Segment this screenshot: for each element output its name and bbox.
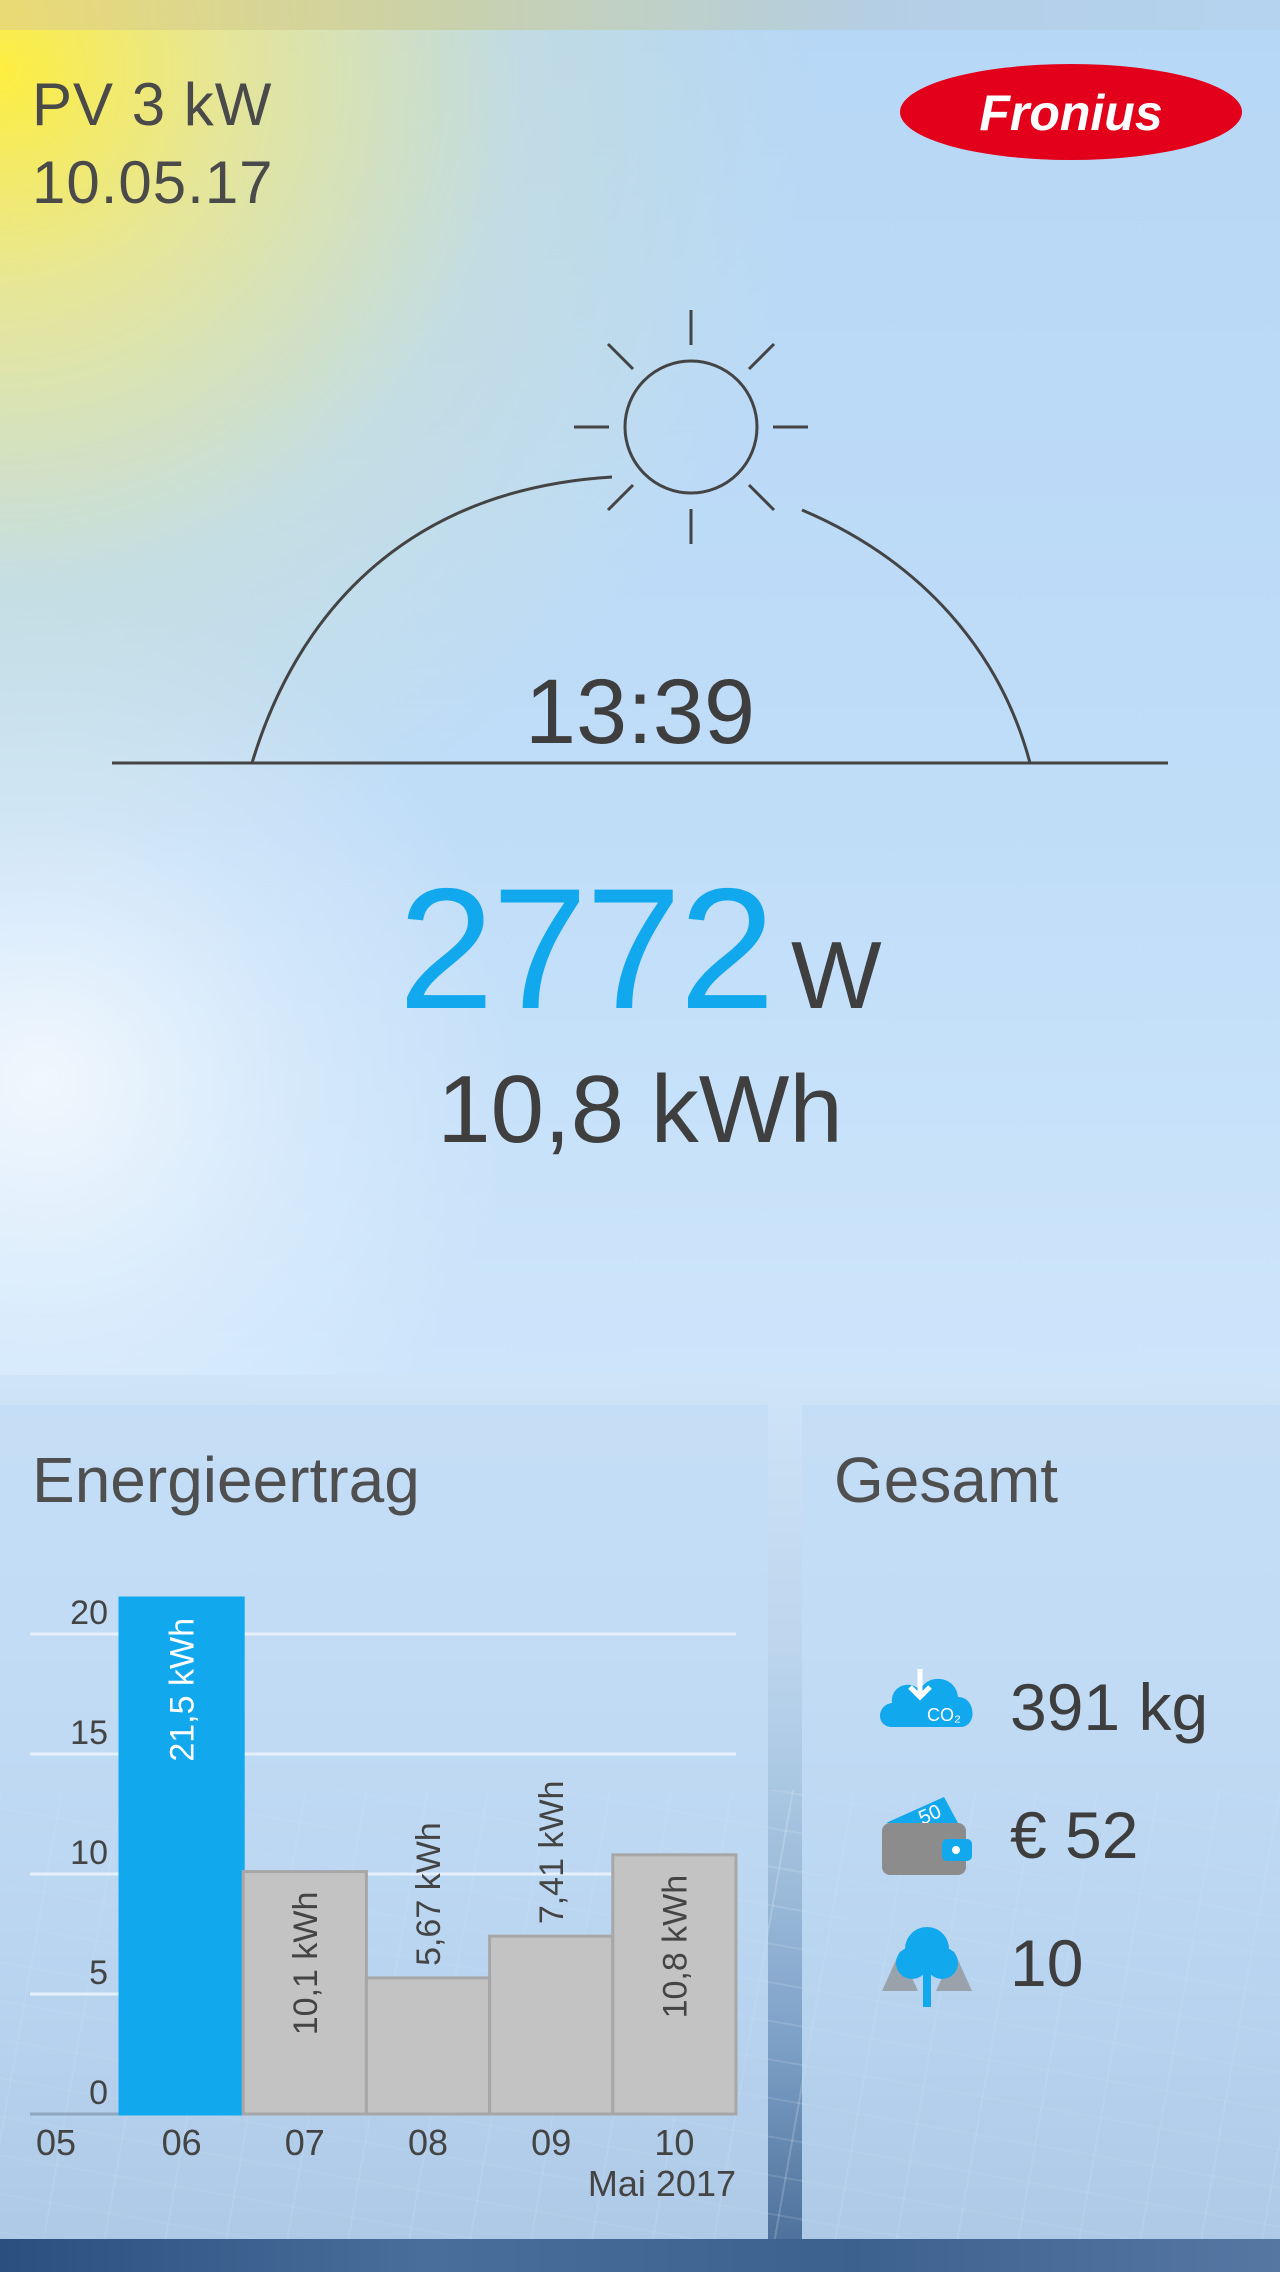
x-tick-label: 08 <box>408 2122 448 2163</box>
y-tick-label: 20 <box>70 1594 108 1632</box>
energy-today: 10,8 kWh <box>437 1056 843 1163</box>
totals-card-title: Gesamt <box>834 1444 1059 1516</box>
trees-icon <box>882 1927 972 2007</box>
chart-month-label: Mai 2017 <box>588 2163 736 2204</box>
current-date: 10.05.17 <box>32 149 274 216</box>
power-unit: W <box>791 922 882 1029</box>
x-tick-label: 09 <box>531 2122 571 2163</box>
co2-value: 391 kg <box>1010 1670 1209 1744</box>
x-tick-label: 10 <box>654 2122 694 2163</box>
fronius-logo: Fronius <box>900 64 1242 160</box>
current-power: 2772 W <box>0 850 1280 1048</box>
bar-data-label: 5,67 kWh <box>410 1822 448 1966</box>
svg-text:CO₂: CO₂ <box>927 1705 961 1725</box>
y-tick-label: 5 <box>89 1954 108 1992</box>
bar-data-label: 7,41 kWh <box>533 1781 571 1925</box>
y-tick-label: 0 <box>89 2074 108 2112</box>
energy-yield-card[interactable]: Energieertrag 0 5 10 15 20 21,5 kWh 10,1 kWh 5… <box>0 1405 768 2239</box>
current-time: 13:39 <box>524 661 756 763</box>
chart-bar[interactable] <box>488 1934 615 2116</box>
power-value: 2772 <box>398 853 775 1045</box>
trees-value: 10 <box>1010 1926 1084 2000</box>
x-tick-label: 07 <box>285 2122 325 2163</box>
system-name: PV 3 kW <box>32 71 273 138</box>
x-tick-label: 05 <box>36 2122 76 2163</box>
wallet-money-icon: 50 <box>882 1797 972 1875</box>
status-strip <box>0 0 1280 30</box>
y-tick-label: 10 <box>70 1834 108 1872</box>
sun-icon <box>574 310 808 544</box>
chart-bar[interactable] <box>364 1976 492 2116</box>
bar-data-label: 10,1 kWh <box>287 1892 325 2036</box>
logo-text: Fronius <box>979 85 1162 141</box>
co2-cloud-icon: CO₂ <box>880 1669 973 1727</box>
energy-bar-chart: 05101520 21,5 kWh10,1 kWh 5,67 kWh 7,41 kW… <box>30 1594 738 2204</box>
totals-card[interactable]: Gesamt CO₂ 391 kg 50 € 52 10 <box>802 1405 1280 2239</box>
solar-panel-strip <box>0 2239 1280 2272</box>
bar-data-label: 21,5 kWh <box>164 1618 202 1762</box>
bar-data-label: 10,8 kWh <box>656 1875 694 2019</box>
x-tick-label: 06 <box>162 2122 202 2163</box>
y-tick-label: 15 <box>70 1714 108 1752</box>
money-value: € 52 <box>1010 1798 1139 1872</box>
